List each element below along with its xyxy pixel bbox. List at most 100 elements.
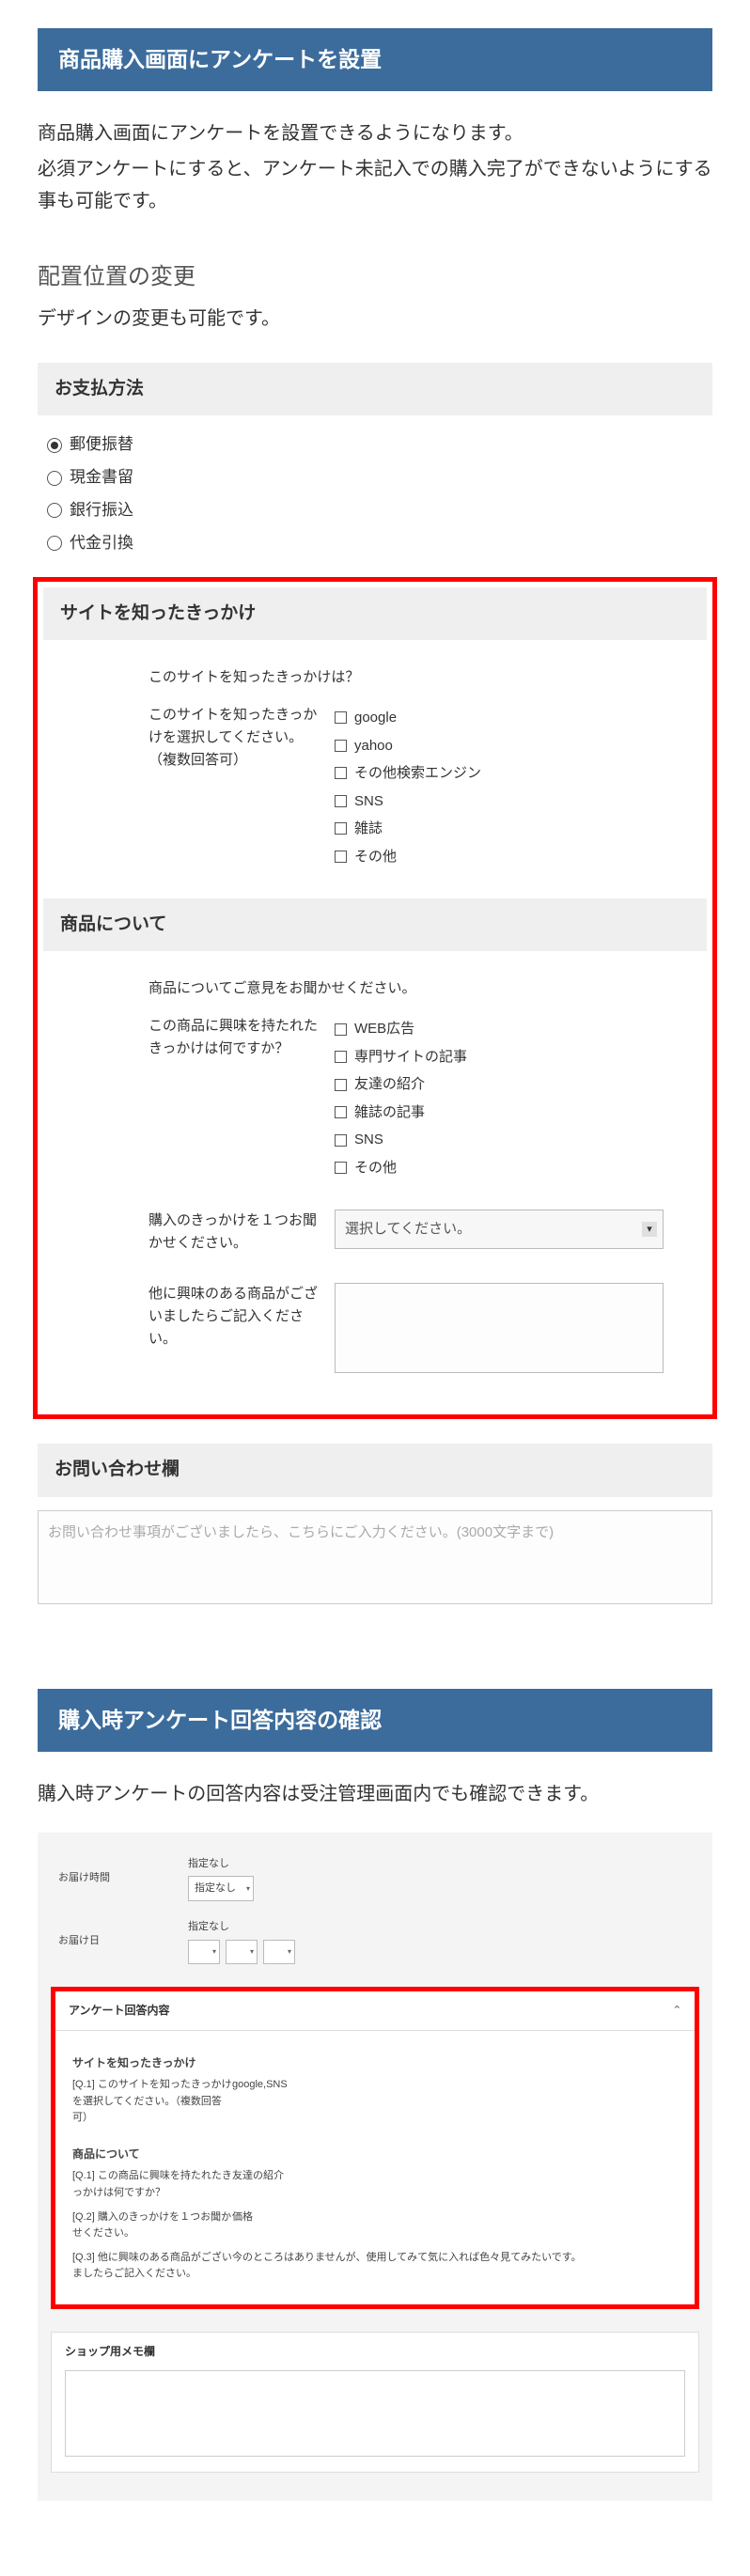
admin-g1-q1-q: [Q.1] このサイトを知ったきっかけを選択してください。（複数回答可） — [72, 2077, 232, 2127]
radio-icon — [47, 438, 62, 453]
deliv-time-select-text: 指定なし — [195, 1882, 236, 1894]
payment-option[interactable]: 現金書留 — [38, 461, 712, 494]
checkbox-option[interactable]: SNS — [335, 788, 707, 816]
deliv-date-select-y[interactable]: ▾ — [188, 1940, 220, 1965]
contact-placeholder: お問い合わせ事項がございましたら、こちらにご入力ください。(3000文字まで) — [48, 1524, 554, 1540]
memo-title: ショップ用メモ欄 — [65, 2342, 685, 2361]
checkbox-option[interactable]: 友達の紹介 — [335, 1070, 707, 1099]
checkbox-label: 雑誌の記事 — [354, 1101, 425, 1125]
survey2-title: 商品について — [43, 898, 707, 951]
survey2-q3-textarea[interactable] — [335, 1283, 664, 1373]
chevron-down-icon: ▾ — [246, 1882, 250, 1896]
survey2-q2-select-text: 選択してください。 — [345, 1221, 471, 1237]
payment-option-label: 現金書留 — [70, 464, 133, 492]
checkbox-label: その他検索エンジン — [354, 761, 481, 786]
chevron-down-icon: ▾ — [250, 1945, 254, 1959]
section1-p1: 商品購入画面にアンケートを設置できるようになります。 — [38, 117, 712, 149]
payment-option[interactable]: 代金引換 — [38, 527, 712, 560]
checkbox-option[interactable]: yahoo — [335, 732, 707, 760]
deliv-date-select-d[interactable]: ▾ — [263, 1940, 295, 1965]
checkbox-icon — [335, 1106, 347, 1118]
deliv-time-select[interactable]: 指定なし ▾ — [188, 1876, 254, 1901]
checkbox-label: WEB広告 — [354, 1017, 414, 1041]
memo-textarea[interactable] — [65, 2370, 685, 2457]
payment-title: お支払方法 — [38, 363, 712, 415]
deliv-date-select-m[interactable]: ▾ — [226, 1940, 258, 1965]
memo-box: ショップ用メモ欄 — [51, 2332, 699, 2473]
deliv-date-static: 指定なし — [188, 1918, 295, 1936]
admin-g1-q1-a: google,SNS — [232, 2077, 678, 2127]
survey1-q1-lead: このサイトを知ったきっかけは？ — [43, 666, 370, 689]
admin-g2-q1-a: 友達の紹介 — [232, 2168, 678, 2201]
checkbox-label: 雑誌 — [354, 817, 383, 841]
section1-p2: 必須アンケートにすると、アンケート未記入での購入完了ができないようにする事も可能… — [38, 153, 712, 217]
survey1-title: サイトを知ったきっかけ — [43, 587, 707, 640]
admin-g2-q2-a: 価格 — [232, 2209, 678, 2242]
survey2-q3-label: 他に興味のある商品がございましたらご記入ください。 — [43, 1283, 335, 1373]
admin-g2-q2-q: [Q.2] 購入のきっかけを１つお聞かせください。 — [72, 2209, 232, 2242]
checkbox-icon — [335, 1162, 347, 1174]
radio-icon — [47, 503, 62, 518]
survey2-q2-label: 購入のきっかけを１つお聞かせください。 — [43, 1210, 335, 1255]
chevron-down-icon: ▾ — [212, 1945, 216, 1959]
checkbox-label: 友達の紹介 — [354, 1072, 425, 1097]
checkbox-option[interactable]: その他 — [335, 843, 707, 871]
payment-option-label: 代金引換 — [70, 530, 133, 557]
section1-sub-head: 配置位置の変更 — [38, 258, 712, 297]
admin-g2-q1-q: [Q.1] この商品に興味を持たれたきっかけは何ですか？ — [72, 2168, 232, 2201]
checkbox-label: 専門サイトの記事 — [354, 1045, 467, 1069]
checkbox-label: yahoo — [354, 734, 393, 758]
checkbox-option[interactable]: その他 — [335, 1154, 707, 1182]
contact-title: お問い合わせ欄 — [38, 1444, 712, 1496]
checkbox-icon — [335, 767, 347, 779]
checkbox-label: その他 — [354, 1156, 397, 1180]
collapse-icon[interactable]: ⌃ — [673, 2002, 681, 2020]
survey1-q1-label: このサイトを知ったきっかけを選択してください。（複数回答可） — [43, 704, 335, 870]
survey2-q2-select[interactable]: 選択してください。 ▾ — [335, 1210, 664, 1249]
checkbox-option[interactable]: 雑誌 — [335, 815, 707, 843]
chevron-down-icon: ▾ — [288, 1945, 291, 1959]
payment-option[interactable]: 郵便振替 — [38, 429, 712, 461]
checkbox-option[interactable]: 専門サイトの記事 — [335, 1043, 707, 1071]
checkbox-icon — [335, 711, 347, 724]
checkbox-label: その他 — [354, 845, 397, 869]
checkbox-icon — [335, 795, 347, 807]
checkbox-option[interactable]: SNS — [335, 1126, 707, 1154]
checkbox-icon — [335, 1023, 347, 1036]
payment-option-label: 郵便振替 — [70, 431, 133, 459]
checkbox-option[interactable]: 雑誌の記事 — [335, 1099, 707, 1127]
checkbox-icon — [335, 740, 347, 752]
survey1-q1-options: google yahoo その他検索エンジン SNS 雑誌その他 — [335, 704, 707, 870]
checkbox-option[interactable]: その他検索エンジン — [335, 759, 707, 788]
checkbox-label: SNS — [354, 789, 383, 814]
deliv-time-static: 指定なし — [188, 1855, 254, 1873]
admin-survey-panel-title: アンケート回答内容 — [69, 2001, 170, 2020]
checkbox-option[interactable]: WEB広告 — [335, 1015, 707, 1043]
payment-option-label: 銀行振込 — [70, 497, 133, 524]
checkbox-icon — [335, 1079, 347, 1091]
deliv-date-label: お届け日 — [58, 1932, 171, 1950]
deliv-time-label: お届け時間 — [58, 1869, 171, 1887]
contact-textarea[interactable]: お問い合わせ事項がございましたら、こちらにご入力ください。(3000文字まで) — [38, 1510, 712, 1604]
survey2-q1-lead: 商品についてご意見をお聞かせください。 — [43, 977, 428, 1000]
payment-options: 郵便振替現金書留銀行振込代金引換 — [38, 429, 712, 560]
checkbox-icon — [335, 1134, 347, 1147]
survey2-q1-label: この商品に興味を持たれたきっかけは何ですか？ — [43, 1015, 335, 1181]
checkbox-option[interactable]: google — [335, 704, 707, 732]
checkbox-icon — [335, 822, 347, 835]
radio-icon — [47, 536, 62, 551]
admin-g2-q3-q: [Q.3] 他に興味のある商品がございましたらご記入ください。 — [72, 2250, 232, 2283]
checkbox-label: google — [354, 706, 397, 730]
survey2-q1-options: WEB広告専門サイトの記事友達の紹介雑誌の記事SNSその他 — [335, 1015, 707, 1181]
survey-highlight-box: サイトを知ったきっかけ このサイトを知ったきっかけは？ このサイトを知ったきっか… — [33, 577, 717, 1420]
admin-g1-title: サイトを知ったきっかけ — [72, 2053, 678, 2072]
admin-survey-highlight: アンケート回答内容 ⌃ サイトを知ったきっかけ [Q.1] このサイトを知ったき… — [51, 1987, 699, 2309]
section1-title: 商品購入画面にアンケートを設置 — [38, 28, 712, 91]
section2-title: 購入時アンケート回答内容の確認 — [38, 1689, 712, 1752]
admin-screenshot: お届け時間 指定なし 指定なし ▾ お届け日 指定なし ▾ ▾ — [38, 1833, 712, 2502]
section1-sub-desc: デザインの変更も可能です。 — [38, 303, 712, 335]
chevron-down-icon: ▾ — [642, 1222, 657, 1237]
section2-p1: 購入時アンケートの回答内容は受注管理画面内でも確認できます。 — [38, 1778, 712, 1810]
checkbox-icon — [335, 851, 347, 863]
payment-option[interactable]: 銀行振込 — [38, 494, 712, 527]
